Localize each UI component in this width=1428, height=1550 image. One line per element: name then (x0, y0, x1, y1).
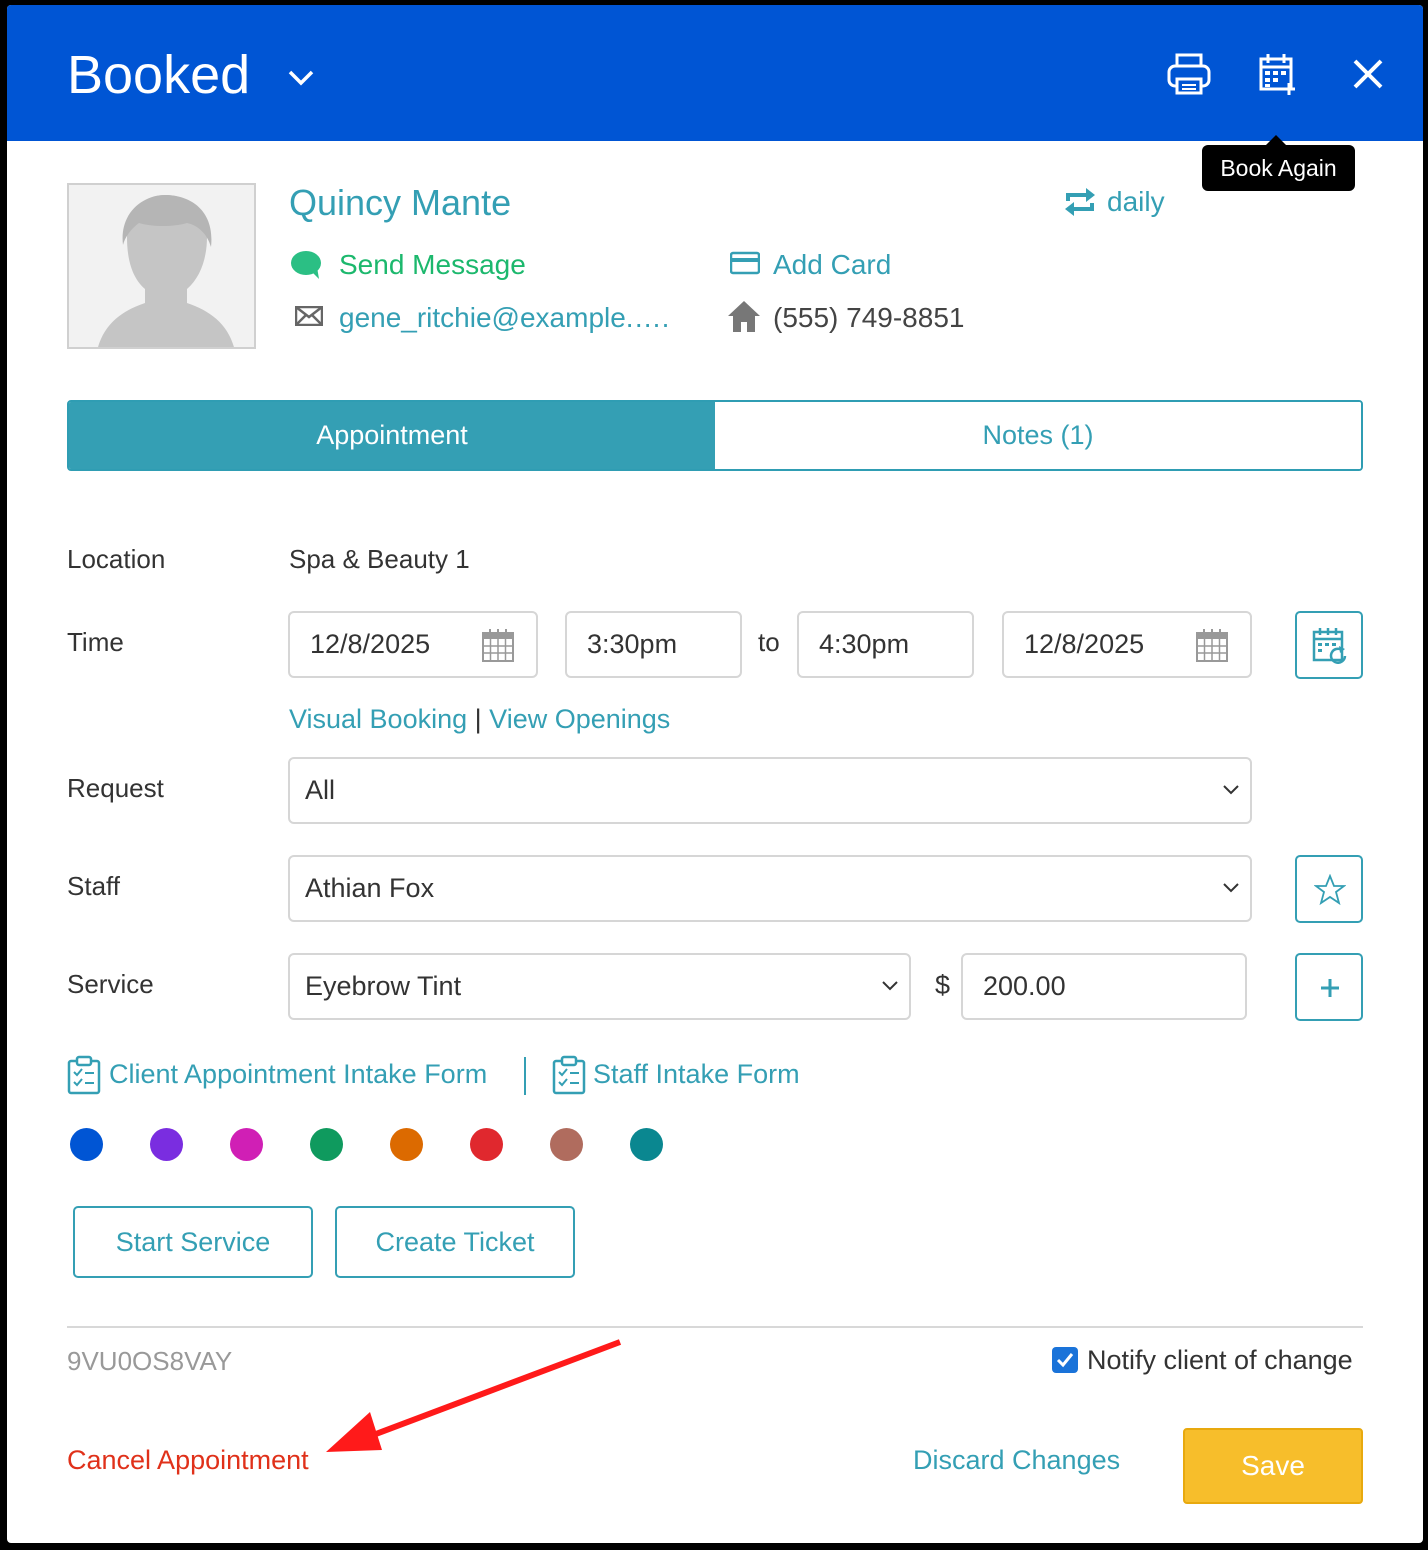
end-date-field[interactable]: 12/8/2025 (1002, 611, 1252, 678)
color-swatch[interactable] (550, 1128, 583, 1161)
dialog-header: Booked (7, 5, 1423, 141)
start-time-field[interactable]: 3:30pm (565, 611, 742, 678)
cancel-appointment-link[interactable]: Cancel Appointment (67, 1443, 309, 1477)
plus-icon (1321, 979, 1339, 997)
add-service-button[interactable] (1295, 953, 1363, 1021)
location-label: Location (67, 544, 166, 574)
intake-divider (524, 1057, 526, 1095)
chat-bubble-icon (291, 251, 321, 279)
send-message-link[interactable]: Send Message (339, 248, 526, 282)
link-separator: | (474, 704, 482, 734)
location-value: Spa & Beauty 1 (289, 544, 470, 574)
appointment-id: 9VU0OS8VAY (67, 1346, 233, 1376)
book-again-icon[interactable] (1255, 49, 1303, 99)
notify-checkbox[interactable] (1052, 1347, 1078, 1373)
footer-divider (67, 1326, 1363, 1328)
chevron-down-icon (882, 981, 898, 991)
service-label: Service (67, 969, 154, 999)
staff-intake-form-link[interactable]: Staff Intake Form (593, 1057, 800, 1091)
request-value: All (305, 775, 336, 805)
credit-card-icon (730, 251, 760, 275)
favorite-staff-button[interactable] (1295, 855, 1363, 923)
client-name[interactable]: Quincy Mante (289, 181, 511, 225)
envelope-icon (295, 306, 323, 326)
to-label: to (758, 627, 780, 657)
chevron-down-icon (1223, 883, 1239, 893)
calendar-refresh-icon (1312, 628, 1347, 664)
color-swatch[interactable] (470, 1128, 503, 1161)
add-card-link[interactable]: Add Card (773, 248, 891, 282)
tab-notes[interactable]: Notes (1) (715, 402, 1361, 469)
chevron-down-icon[interactable] (287, 67, 315, 89)
end-time-field[interactable]: 4:30pm (797, 611, 974, 678)
repeat-icon (1065, 188, 1095, 216)
clipboard-check-icon (552, 1055, 586, 1095)
client-email[interactable]: gene_ritchie@example.…. (339, 301, 669, 335)
create-ticket-button[interactable]: Create Ticket (335, 1206, 575, 1278)
clipboard-check-icon (67, 1055, 101, 1095)
visual-booking-link[interactable]: Visual Booking (289, 704, 467, 734)
price-input[interactable]: 200.00 (961, 953, 1247, 1020)
discard-changes-link[interactable]: Discard Changes (913, 1443, 1120, 1477)
recurrence-label[interactable]: daily (1107, 185, 1165, 219)
color-swatch[interactable] (390, 1128, 423, 1161)
staff-label: Staff (67, 871, 121, 901)
color-swatch[interactable] (70, 1128, 103, 1161)
calendar-icon[interactable] (1196, 628, 1228, 662)
color-swatch[interactable] (230, 1128, 263, 1161)
chevron-down-icon (1223, 785, 1239, 795)
staff-select[interactable]: Athian Fox (288, 855, 1252, 922)
notify-label[interactable]: Notify client of change (1087, 1344, 1353, 1376)
client-intake-form-link[interactable]: Client Appointment Intake Form (109, 1057, 487, 1091)
close-icon[interactable] (1345, 49, 1393, 99)
save-button[interactable]: Save (1183, 1428, 1363, 1504)
checkmark-icon (1056, 1353, 1074, 1368)
service-select[interactable]: Eyebrow Tint (288, 953, 911, 1020)
avatar-silhouette-icon (98, 195, 234, 347)
client-phone: (555) 749-8851 (773, 302, 965, 333)
book-again-tooltip: Book Again (1202, 135, 1355, 191)
color-swatch[interactable] (150, 1128, 183, 1161)
color-swatch[interactable] (630, 1128, 663, 1161)
start-date-value: 12/8/2025 (310, 629, 431, 659)
time-label: Time (67, 627, 124, 657)
printer-icon[interactable] (1165, 49, 1213, 99)
star-icon (1314, 874, 1346, 906)
view-openings-link[interactable]: View Openings (489, 704, 670, 734)
booking-links: Visual Booking | View Openings (289, 702, 670, 736)
status-title[interactable]: Booked (67, 45, 250, 105)
color-swatch[interactable] (310, 1128, 343, 1161)
end-date-value: 12/8/2025 (1024, 629, 1145, 659)
request-select[interactable]: All (288, 757, 1252, 824)
calendar-sync-button[interactable] (1295, 611, 1363, 679)
calendar-icon[interactable] (482, 628, 514, 662)
home-icon (728, 301, 760, 332)
start-service-button[interactable]: Start Service (73, 1206, 313, 1278)
currency-symbol: $ (935, 970, 951, 1000)
tab-bar: Appointment Notes (1) (67, 400, 1363, 471)
appointment-dialog: Booked Book Again Quincy Mante daily Sen… (7, 5, 1423, 1543)
staff-value: Athian Fox (305, 873, 435, 903)
service-value: Eyebrow Tint (305, 971, 462, 1001)
tab-appointment[interactable]: Appointment (69, 402, 715, 469)
avatar (67, 183, 256, 349)
start-date-field[interactable]: 12/8/2025 (288, 611, 538, 678)
request-label: Request (67, 773, 164, 803)
